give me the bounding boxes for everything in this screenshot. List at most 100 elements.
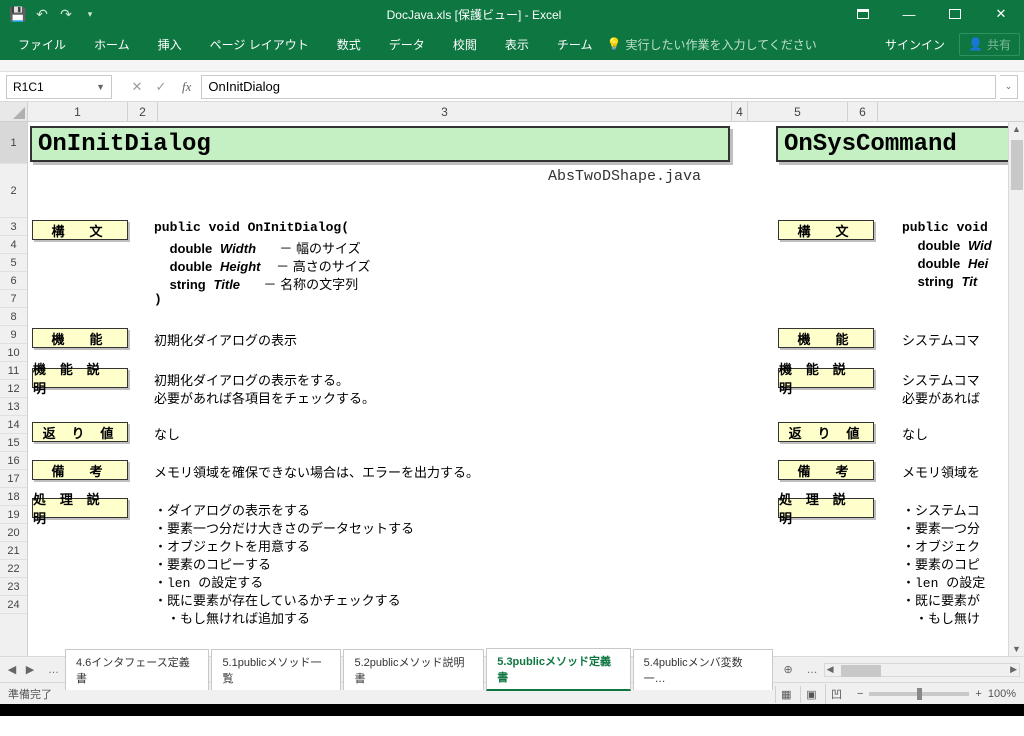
row-header[interactable]: 12 bbox=[0, 380, 27, 398]
cell-text: ・要素一つ分だけ大きさのデータセットする bbox=[154, 518, 414, 537]
tab-layout[interactable]: ページ レイアウト bbox=[196, 28, 323, 60]
tab-review[interactable]: 校閲 bbox=[439, 28, 491, 60]
row-header[interactable]: 1 bbox=[0, 122, 27, 164]
scroll-thumb[interactable] bbox=[841, 665, 881, 677]
row-header[interactable]: 8 bbox=[0, 308, 27, 326]
tab-file[interactable]: ファイル bbox=[4, 28, 80, 60]
chevron-down-icon[interactable]: ▼ bbox=[96, 82, 105, 92]
tab-overflow-icon[interactable]: … bbox=[801, 664, 824, 676]
row-header[interactable]: 21 bbox=[0, 542, 27, 560]
zoom-out-icon[interactable]: − bbox=[857, 688, 863, 700]
horizontal-scrollbar[interactable] bbox=[824, 663, 1020, 677]
formula-input[interactable]: OnInitDialog bbox=[201, 75, 996, 99]
status-ready: 準備完了 bbox=[8, 686, 52, 702]
zoom-level[interactable]: 100% bbox=[988, 688, 1016, 700]
tab-formula[interactable]: 数式 bbox=[323, 28, 375, 60]
cell-text: ・システムコ bbox=[902, 500, 980, 519]
label-remarks-r: 備 考 bbox=[778, 460, 874, 480]
view-normal-icon[interactable]: ▦ bbox=[775, 686, 797, 703]
tab-next-icon[interactable]: ▶ bbox=[22, 663, 38, 676]
zoom-in-icon[interactable]: + bbox=[975, 688, 981, 700]
label-function-desc-r: 機 能 説 明 bbox=[778, 368, 874, 388]
col-header[interactable]: 4 bbox=[732, 102, 748, 121]
maximize-button[interactable] bbox=[932, 0, 978, 28]
row-header[interactable]: 4 bbox=[0, 236, 27, 254]
label-return-r: 返 り 値 bbox=[778, 422, 874, 442]
tab-nav: ◀ ▶ bbox=[0, 663, 42, 676]
row-header[interactable]: 14 bbox=[0, 416, 27, 434]
select-all-corner[interactable] bbox=[0, 102, 28, 121]
taskbar-edge bbox=[0, 704, 1024, 716]
cell-text: string Tit bbox=[902, 274, 977, 290]
enter-icon[interactable]: ✓ bbox=[150, 76, 172, 98]
row-headers: 1 2 3 4 5 6 7 8 9 10 11 12 13 14 15 16 1… bbox=[0, 122, 28, 656]
minimize-button[interactable]: — bbox=[886, 0, 932, 28]
tab-prev-icon[interactable]: ◀ bbox=[4, 663, 20, 676]
redo-icon[interactable]: ↷ bbox=[54, 2, 78, 26]
vertical-scrollbar[interactable] bbox=[1008, 122, 1024, 656]
share-button[interactable]: 👤共有 bbox=[959, 33, 1020, 56]
row-header[interactable]: 7 bbox=[0, 290, 27, 308]
cell-text: ) bbox=[154, 292, 162, 307]
col-header[interactable]: 3 bbox=[158, 102, 732, 121]
tab-team[interactable]: チーム bbox=[543, 28, 607, 60]
row-header[interactable]: 13 bbox=[0, 398, 27, 416]
tell-me[interactable]: 💡実行したい作業を入力してください bbox=[606, 36, 816, 53]
col-header[interactable]: 1 bbox=[28, 102, 128, 121]
add-sheet-icon[interactable]: ⊕ bbox=[775, 663, 800, 676]
spreadsheet-grid: 1 2 3 4 5 6 1 2 3 4 5 6 7 8 9 10 11 12 1… bbox=[0, 102, 1024, 656]
save-icon[interactable]: 💾 bbox=[6, 2, 30, 26]
name-box[interactable]: R1C1 ▼ bbox=[6, 75, 112, 99]
row-header[interactable]: 9 bbox=[0, 326, 27, 344]
cell-text: double Height － 高さのサイズ bbox=[154, 256, 370, 275]
formula-value: OnInitDialog bbox=[208, 79, 280, 94]
signin-button[interactable]: サインイン bbox=[871, 36, 959, 53]
row-header[interactable]: 22 bbox=[0, 560, 27, 578]
cell-text: ・要素一つ分 bbox=[902, 518, 980, 537]
formula-buttons: ✕ ✓ bbox=[126, 76, 172, 98]
row-header[interactable]: 18 bbox=[0, 488, 27, 506]
ribbon-options-icon[interactable] bbox=[840, 0, 886, 28]
tab-data[interactable]: データ bbox=[375, 28, 439, 60]
formula-expand-icon[interactable]: ⌄ bbox=[1000, 75, 1018, 99]
col-header[interactable]: 2 bbox=[128, 102, 158, 121]
row-header[interactable]: 23 bbox=[0, 578, 27, 596]
tab-view[interactable]: 表示 bbox=[491, 28, 543, 60]
col-header[interactable]: 5 bbox=[748, 102, 848, 121]
row-header[interactable]: 3 bbox=[0, 218, 27, 236]
row-header[interactable]: 15 bbox=[0, 434, 27, 452]
tab-home[interactable]: ホーム bbox=[80, 28, 144, 60]
row-header[interactable]: 6 bbox=[0, 272, 27, 290]
row-header[interactable]: 5 bbox=[0, 254, 27, 272]
fx-icon[interactable]: fx bbox=[182, 79, 191, 95]
row-header[interactable]: 17 bbox=[0, 470, 27, 488]
zoom-slider[interactable] bbox=[869, 692, 969, 696]
cells-area[interactable]: OnInitDialog OnSysCommand AbsTwoDShape.j… bbox=[28, 122, 1024, 656]
tab-insert[interactable]: 挿入 bbox=[144, 28, 196, 60]
name-box-value: R1C1 bbox=[13, 80, 44, 94]
cancel-icon[interactable]: ✕ bbox=[126, 76, 148, 98]
row-header[interactable]: 11 bbox=[0, 362, 27, 380]
undo-icon[interactable]: ↶ bbox=[30, 2, 54, 26]
row-header[interactable]: 24 bbox=[0, 596, 27, 614]
tab-overflow-icon[interactable]: … bbox=[42, 664, 65, 676]
method-title-left: OnInitDialog bbox=[30, 126, 730, 162]
label-function-r: 機 能 bbox=[778, 328, 874, 348]
cell-text: システムコマ bbox=[902, 370, 980, 389]
row-header[interactable]: 2 bbox=[0, 164, 27, 218]
share-icon: 👤 bbox=[968, 37, 983, 51]
view-pagebreak-icon[interactable]: 凹 bbox=[825, 684, 847, 704]
label-return: 返 り 値 bbox=[32, 422, 128, 442]
row-header[interactable]: 20 bbox=[0, 524, 27, 542]
label-syntax: 構 文 bbox=[32, 220, 128, 240]
row-header[interactable]: 10 bbox=[0, 344, 27, 362]
view-pagelayout-icon[interactable]: ▣ bbox=[800, 686, 822, 703]
row-header[interactable]: 19 bbox=[0, 506, 27, 524]
close-button[interactable]: ✕ bbox=[978, 0, 1024, 28]
col-header[interactable]: 6 bbox=[848, 102, 878, 121]
scroll-thumb[interactable] bbox=[1011, 140, 1023, 190]
cell-text: ・既に要素が bbox=[902, 590, 980, 609]
qat-dropdown-icon[interactable]: ▾ bbox=[78, 2, 102, 26]
cell-text: システムコマ bbox=[902, 330, 980, 349]
row-header[interactable]: 16 bbox=[0, 452, 27, 470]
